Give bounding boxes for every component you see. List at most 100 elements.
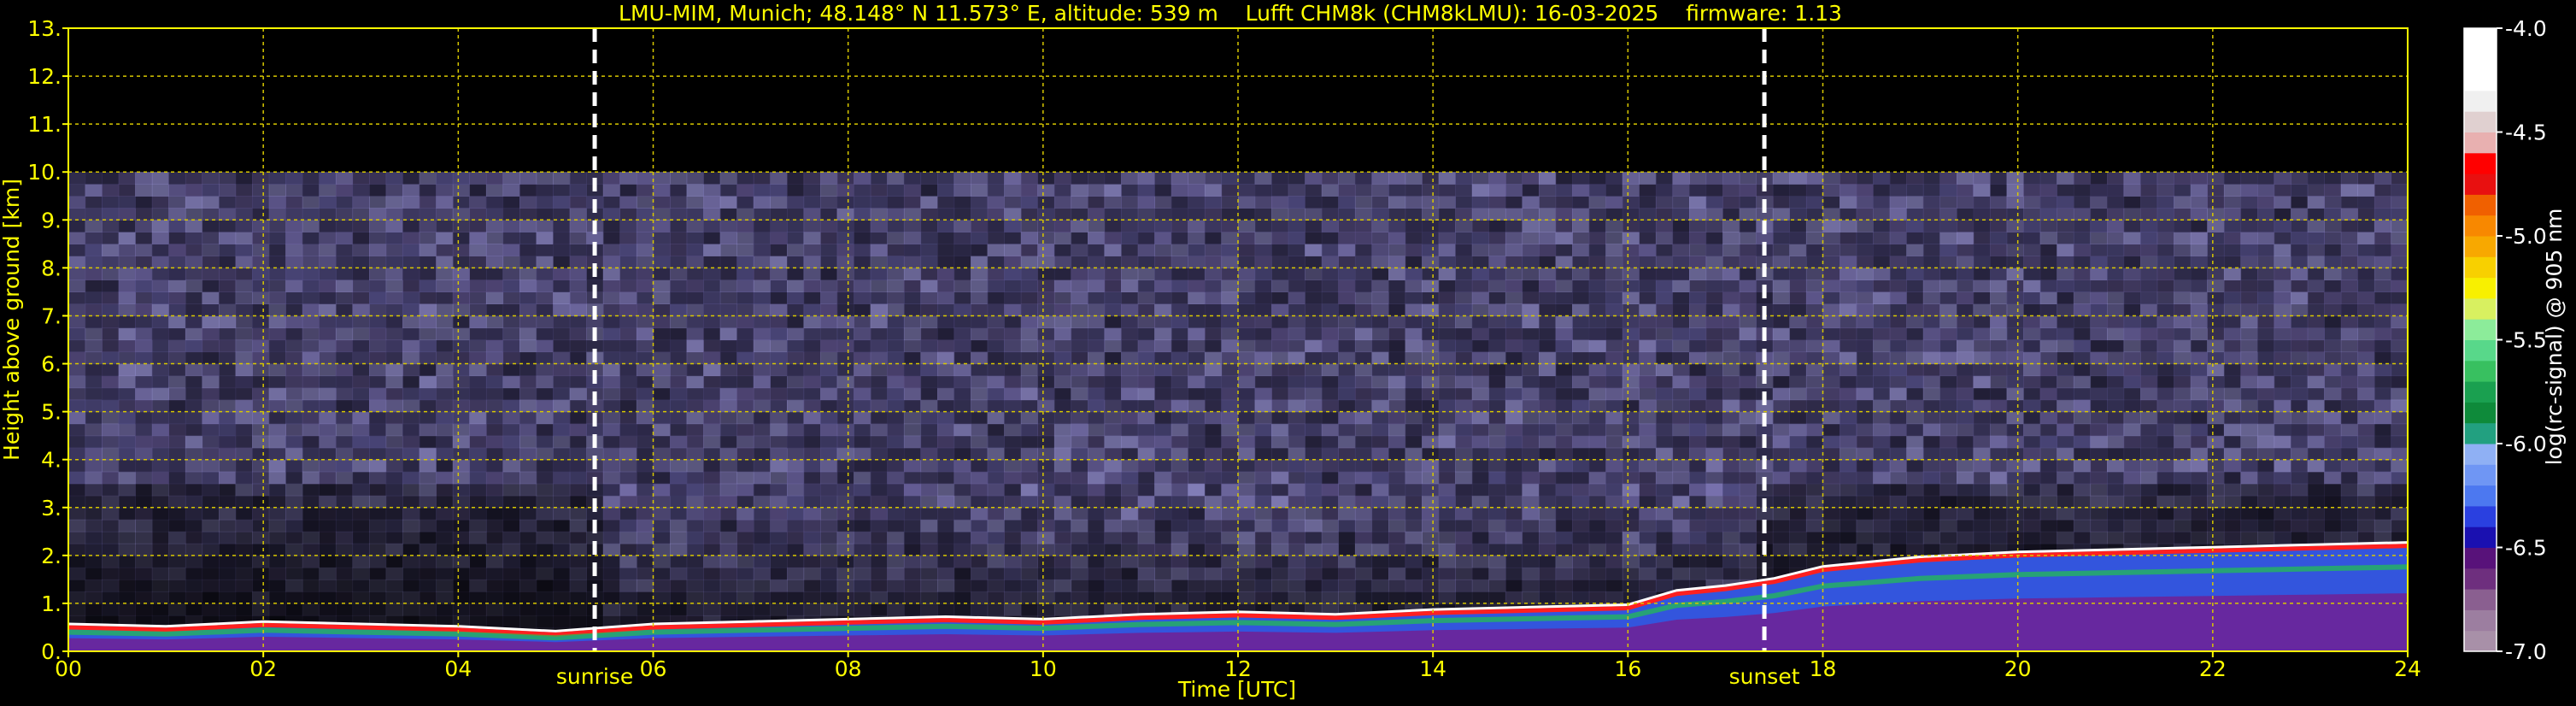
noise-cell [1321,256,1339,268]
noise-cell [436,220,454,232]
noise-cell [235,303,253,316]
noise-cell [770,220,788,232]
noise-cell [636,208,654,221]
noise-cell [1338,519,1356,532]
noise-cell [770,172,788,185]
noise-cell [1555,519,1573,532]
noise-cell [1338,196,1356,209]
noise-cell [2023,256,2041,268]
noise-cell [954,268,971,280]
noise-cell [1053,543,1072,556]
noise-cell [619,279,637,292]
noise-cell [1906,519,1924,532]
noise-cell [1805,244,1824,256]
noise-cell [102,291,120,304]
noise-cell [1572,279,1590,292]
noise-cell [1171,256,1188,268]
noise-cell [252,375,270,389]
noise-cell [2023,423,2041,437]
noise-cell [151,483,169,497]
noise-cell [85,483,103,497]
noise-cell [1906,244,1924,256]
noise-cell [1071,423,1088,437]
noise-cell [670,579,688,592]
noise-cell [118,268,136,280]
noise-cell [670,291,688,304]
noise-cell [1438,339,1456,353]
noise-cell [987,603,1005,616]
noise-cell [1088,220,1106,232]
noise-cell [1973,399,1991,413]
noise-cell [1271,303,1289,316]
noise-cell [151,244,169,256]
noise-cell [202,411,220,425]
noise-cell [2039,387,2057,401]
noise-cell [987,291,1005,304]
noise-cell [1505,375,1523,389]
noise-cell [1305,423,1323,437]
noise-cell [2123,303,2141,316]
noise-cell [2006,435,2024,449]
noise-cell [469,399,487,413]
noise-cell [1822,208,1840,221]
noise-cell [285,579,303,592]
noise-cell [1639,279,1657,292]
noise-cell [1856,435,1874,449]
noise-cell [335,196,354,209]
noise-cell [1071,208,1088,221]
noise-cell [1856,447,1874,461]
noise-cell [485,543,504,556]
noise-cell [1188,543,1206,556]
noise-cell [1121,351,1139,365]
noise-cell [436,327,454,341]
noise-cell [870,435,888,449]
noise-cell [887,315,905,329]
noise-cell [2057,291,2074,304]
noise-cell [469,256,487,268]
noise-cell [1856,399,1874,413]
noise-cell [619,387,637,401]
noise-cell [753,184,771,197]
noise-cell [836,519,854,532]
noise-cell [1772,268,1790,280]
noise-cell [102,363,120,377]
noise-cell [1505,387,1523,401]
noise-cell [887,244,905,256]
noise-cell [1104,256,1122,268]
noise-cell [1004,291,1022,304]
noise-cell [887,567,905,580]
noise-cell [1137,172,1155,185]
noise-cell [1805,471,1824,485]
noise-cell [335,387,354,401]
noise-cell [920,232,938,244]
noise-cell [1053,172,1072,185]
noise-cell [1588,471,1606,485]
noise-cell [402,220,420,232]
noise-cell [68,435,86,449]
noise-cell [1471,507,1489,521]
noise-cell [670,172,688,185]
noise-cell [619,172,637,185]
noise-cell [937,567,955,580]
noise-cell [235,351,253,365]
noise-cell [1605,507,1623,521]
noise-cell [1689,232,1707,244]
noise-cell [118,411,136,425]
noise-cell [452,567,470,580]
noise-cell [452,339,470,353]
noise-cell [1488,268,1506,280]
noise-cell [302,256,320,268]
noise-cell [2023,303,2041,316]
noise-cell [2006,483,2024,497]
noise-cell [168,555,186,568]
noise-cell [602,339,620,353]
noise-cell [836,555,854,568]
noise-cell [319,603,337,616]
noise-cell [385,208,403,221]
noise-cell [820,495,838,509]
noise-cell [736,220,754,232]
noise-cell [1037,232,1055,244]
noise-cell [1605,279,1623,292]
noise-cell [1973,256,1991,268]
noise-cell [1271,543,1289,556]
